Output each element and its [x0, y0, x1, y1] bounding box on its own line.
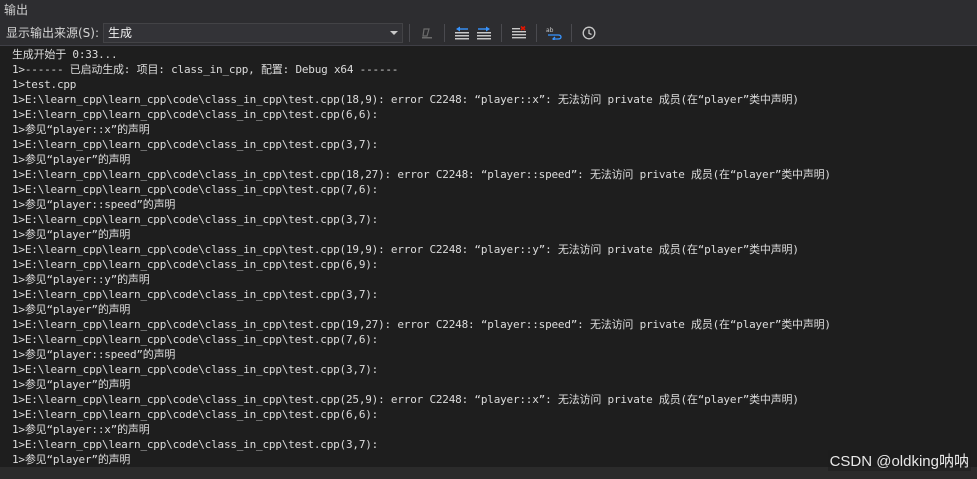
source-dropdown[interactable]: 生成 — [103, 22, 404, 43]
chevron-down-icon — [390, 30, 399, 35]
output-line: 1>------ 已启动生成: 项目: class_in_cpp, 配置: De… — [12, 63, 399, 76]
toolbar-divider — [571, 23, 573, 42]
output-line: 1>参见“player::speed”的声明 — [12, 348, 176, 361]
output-line: 1>E:\learn_cpp\learn_cpp\code\class_in_c… — [12, 138, 379, 151]
output-line: 1>E:\learn_cpp\learn_cpp\code\class_in_c… — [12, 408, 379, 421]
output-line: 1>E:\learn_cpp\learn_cpp\code\class_in_c… — [12, 243, 799, 256]
word-wrap-icon: ab — [546, 27, 562, 40]
output-line: 1>E:\learn_cpp\learn_cpp\code\class_in_c… — [12, 363, 379, 376]
output-line: 1>E:\learn_cpp\learn_cpp\code\class_in_c… — [12, 168, 831, 181]
timestamp-button[interactable] — [579, 23, 599, 43]
output-line: 1>E:\learn_cpp\learn_cpp\code\class_in_c… — [12, 393, 799, 406]
clear-output-button[interactable] — [417, 23, 437, 43]
output-line: 生成开始于 0:33... — [12, 48, 118, 61]
output-line: 1>参见“player::speed”的声明 — [12, 198, 176, 211]
toolbar-divider — [501, 23, 503, 42]
output-line: 1>E:\learn_cpp\learn_cpp\code\class_in_c… — [12, 318, 831, 331]
output-line: 1>E:\learn_cpp\learn_cpp\code\class_in_c… — [12, 183, 379, 196]
output-line: 1>E:\learn_cpp\learn_cpp\code\class_in_c… — [12, 108, 379, 121]
next-message-button[interactable] — [474, 23, 494, 43]
output-line: 1>参见“player”的声明 — [12, 303, 131, 316]
output-line: 1>E:\learn_cpp\learn_cpp\code\class_in_c… — [12, 333, 379, 346]
output-panel-title: 输出 — [0, 0, 977, 20]
clear-all-button[interactable] — [509, 23, 529, 43]
output-line: 1>参见“player::x”的声明 — [12, 423, 150, 436]
output-line: 1>E:\learn_cpp\learn_cpp\code\class_in_c… — [12, 288, 379, 301]
output-line: 1>参见“player::y”的声明 — [12, 273, 150, 286]
output-line: 1>E:\learn_cpp\learn_cpp\code\class_in_c… — [12, 93, 799, 106]
output-line: 1>E:\learn_cpp\learn_cpp\code\class_in_c… — [12, 258, 379, 271]
output-line: 1>参见“player”的声明 — [12, 378, 131, 391]
source-dropdown-value: 生成 — [108, 26, 133, 40]
output-line: 1>参见“player”的声明 — [12, 228, 131, 241]
prev-message-icon — [455, 26, 470, 39]
output-line: 1>参见“player”的声明 — [12, 153, 131, 166]
svg-text:ab: ab — [546, 27, 554, 34]
output-line: 1>test.cpp — [12, 78, 77, 91]
output-line: 1>参见“player::x”的声明 — [12, 123, 150, 136]
clear-output-icon — [422, 27, 433, 38]
next-message-icon — [477, 26, 492, 39]
source-label: 显示输出来源(S): — [6, 26, 100, 40]
watermark: CSDN @oldking呐呐 — [827, 450, 971, 471]
output-toolbar: 显示输出来源(S): 生成 ab — [0, 20, 977, 46]
toolbar-divider — [444, 23, 446, 42]
word-wrap-button[interactable]: ab — [544, 23, 564, 43]
toolbar-divider — [409, 23, 411, 42]
clock-icon — [582, 26, 596, 39]
toolbar-divider — [536, 23, 538, 42]
clear-all-icon — [512, 25, 527, 38]
prev-message-button[interactable] — [452, 23, 472, 43]
output-text-area[interactable]: 生成开始于 0:33... 1>------ 已启动生成: 项目: class_i… — [0, 47, 977, 467]
output-line: 1>E:\learn_cpp\learn_cpp\code\class_in_c… — [12, 213, 379, 226]
